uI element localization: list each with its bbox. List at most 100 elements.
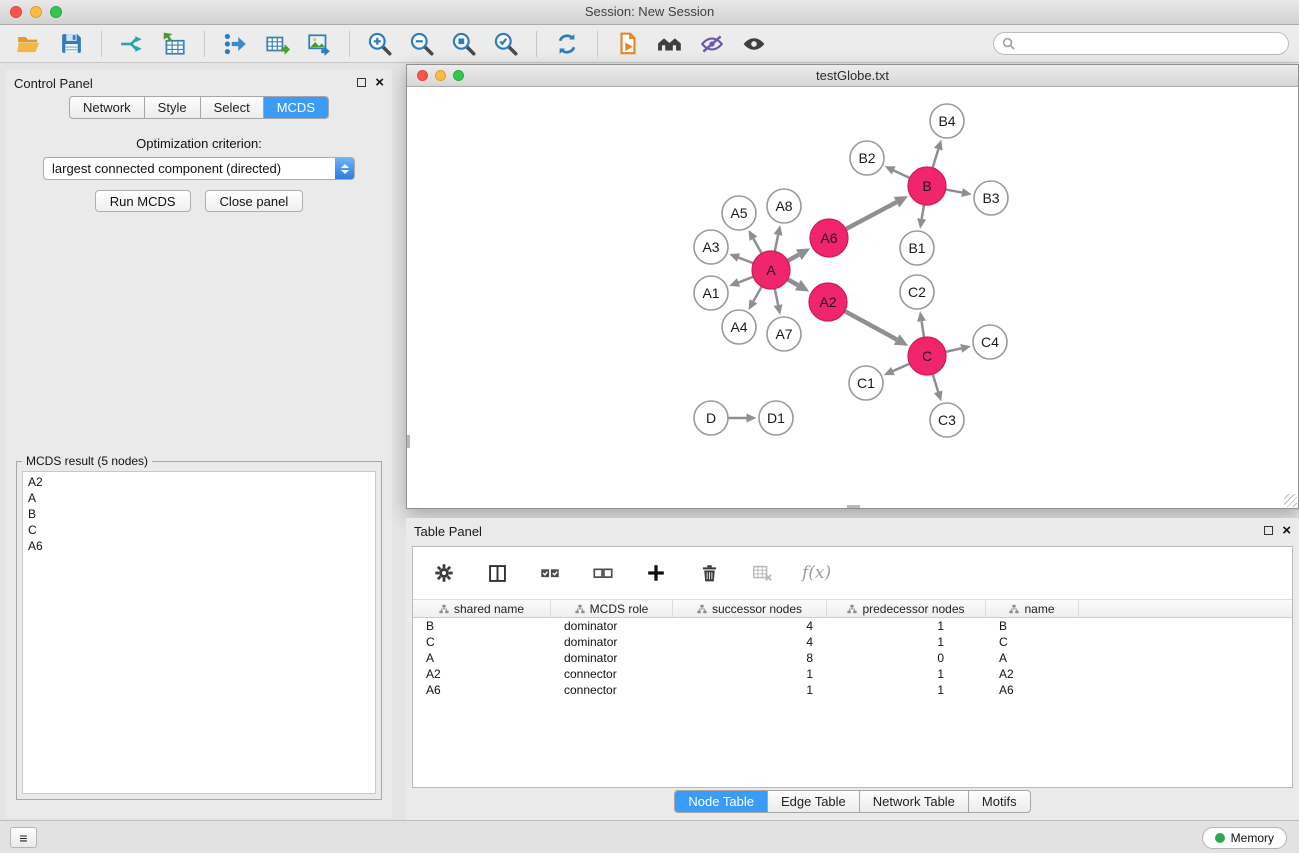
table-cell[interactable]: A6 xyxy=(413,683,551,697)
table-cell[interactable]: B xyxy=(986,619,1079,633)
run-mcds-button[interactable]: Run MCDS xyxy=(95,190,191,212)
table-cell[interactable]: C xyxy=(413,635,551,649)
open-session-button[interactable] xyxy=(13,28,45,60)
tab-select[interactable]: Select xyxy=(201,97,264,118)
graph-edge-arrow xyxy=(917,218,926,229)
table-cell[interactable]: dominator xyxy=(551,651,673,665)
table-cell[interactable]: dominator xyxy=(551,619,673,633)
table-cell[interactable]: 0 xyxy=(827,651,986,665)
zoom-in-button[interactable] xyxy=(364,28,396,60)
close-panel-icon[interactable]: × xyxy=(375,77,384,88)
import-network-button[interactable] xyxy=(116,28,148,60)
tab-style[interactable]: Style xyxy=(145,97,201,118)
column-header-MCDS-role[interactable]: MCDS role xyxy=(551,600,673,617)
zoom-out-button[interactable] xyxy=(406,28,438,60)
mcds-result-item[interactable]: A xyxy=(23,490,375,506)
first-neighbors-button[interactable] xyxy=(654,28,686,60)
table-row[interactable]: A6connector11A6 xyxy=(413,682,1292,698)
table-row[interactable]: Bdominator41B xyxy=(413,618,1292,634)
mcds-result-item[interactable]: A6 xyxy=(23,538,375,554)
tab-motifs[interactable]: Motifs xyxy=(969,791,1030,812)
table-cell[interactable]: A xyxy=(413,651,551,665)
table-row[interactable]: Cdominator41C xyxy=(413,634,1292,650)
float-table-panel-icon[interactable] xyxy=(1264,526,1273,535)
graph-node-label: C4 xyxy=(981,334,999,350)
export-table-button[interactable] xyxy=(261,28,293,60)
mcds-result-list[interactable]: A2ABCA6 xyxy=(22,471,376,794)
refresh-layout-button[interactable] xyxy=(551,28,583,60)
table-cell[interactable]: 4 xyxy=(673,619,827,633)
toolbar-separator xyxy=(597,31,598,57)
zoom-selected-button[interactable] xyxy=(490,28,522,60)
import-table-button[interactable] xyxy=(158,28,190,60)
search-input[interactable] xyxy=(1020,37,1280,51)
add-row-button[interactable] xyxy=(643,560,669,586)
table-cell[interactable]: dominator xyxy=(551,635,673,649)
table-cell[interactable]: 8 xyxy=(673,651,827,665)
network-graph[interactable]: B4B2BB3A5A8A6A3B1AA1C2A2A4A7C4CC1C3DD1 xyxy=(407,87,1298,508)
column-header-predecessor-nodes[interactable]: predecessor nodes xyxy=(827,600,986,617)
table-cell[interactable]: 1 xyxy=(827,683,986,697)
close-window-button[interactable] xyxy=(10,6,22,18)
mcds-result-item[interactable]: A2 xyxy=(23,474,375,490)
trash-icon xyxy=(699,563,720,584)
table-cell[interactable]: 4 xyxy=(673,635,827,649)
table-cell[interactable]: 1 xyxy=(827,667,986,681)
select-all-columns-button[interactable] xyxy=(537,560,563,586)
show-columns-button[interactable] xyxy=(484,560,510,586)
table-cell[interactable]: connector xyxy=(551,683,673,697)
table-cell[interactable]: A2 xyxy=(986,667,1079,681)
tab-edge-table[interactable]: Edge Table xyxy=(768,791,860,812)
deselect-all-columns-button[interactable] xyxy=(590,560,616,586)
table-cell[interactable]: connector xyxy=(551,667,673,681)
float-panel-icon[interactable] xyxy=(357,78,366,87)
tab-node-table[interactable]: Node Table xyxy=(675,791,768,812)
panel-list-button[interactable]: ≡ xyxy=(10,827,37,848)
tab-network-table[interactable]: Network Table xyxy=(860,791,969,812)
minimize-network-window-button[interactable] xyxy=(435,70,446,81)
table-cell[interactable]: C xyxy=(986,635,1079,649)
zoom-window-button[interactable] xyxy=(50,6,62,18)
table-cell[interactable]: A6 xyxy=(986,683,1079,697)
table-cell[interactable]: B xyxy=(413,619,551,633)
zoom-network-window-button[interactable] xyxy=(453,70,464,81)
new-network-from-selection-button[interactable] xyxy=(612,28,644,60)
network-canvas[interactable]: B4B2BB3A5A8A6A3B1AA1C2A2A4A7C4CC1C3DD1 xyxy=(407,87,1298,508)
table-cell[interactable]: 1 xyxy=(673,683,827,697)
horizontal-scroll-indicator[interactable] xyxy=(847,505,860,508)
search-box xyxy=(993,32,1289,55)
table-cell[interactable]: 1 xyxy=(827,619,986,633)
hide-selected-button[interactable] xyxy=(696,28,728,60)
mcds-result-item[interactable]: B xyxy=(23,506,375,522)
destroy-table-button[interactable] xyxy=(749,560,775,586)
tab-network[interactable]: Network xyxy=(70,97,145,118)
table-row[interactable]: Adominator80A xyxy=(413,650,1292,666)
column-header-successor-nodes[interactable]: successor nodes xyxy=(673,600,827,617)
table-settings-button[interactable] xyxy=(431,560,457,586)
mcds-result-item[interactable]: C xyxy=(23,522,375,538)
vertical-scroll-indicator[interactable] xyxy=(407,435,410,448)
export-network-button[interactable] xyxy=(219,28,251,60)
table-cell[interactable]: 1 xyxy=(827,635,986,649)
network-document-icon xyxy=(615,31,641,57)
memory-button[interactable]: Memory xyxy=(1202,827,1287,849)
tab-mcds[interactable]: MCDS xyxy=(264,97,328,118)
function-builder-button[interactable]: f(x) xyxy=(802,563,831,583)
minimize-window-button[interactable] xyxy=(30,6,42,18)
resize-handle[interactable] xyxy=(1284,494,1297,507)
table-cell[interactable]: A2 xyxy=(413,667,551,681)
show-all-button[interactable] xyxy=(738,28,770,60)
close-table-panel-icon[interactable]: × xyxy=(1282,525,1291,536)
save-session-button[interactable] xyxy=(55,28,87,60)
optimization-criterion-select[interactable]: largest connected component (directed) xyxy=(43,157,355,180)
close-panel-button[interactable]: Close panel xyxy=(205,190,304,212)
table-cell[interactable]: 1 xyxy=(673,667,827,681)
export-image-button[interactable] xyxy=(303,28,335,60)
close-network-window-button[interactable] xyxy=(417,70,428,81)
table-row[interactable]: A2connector11A2 xyxy=(413,666,1292,682)
table-cell[interactable]: A xyxy=(986,651,1079,665)
column-header-name[interactable]: name xyxy=(986,600,1079,617)
delete-row-button[interactable] xyxy=(696,560,722,586)
zoom-fit-button[interactable] xyxy=(448,28,480,60)
column-header-shared-name[interactable]: shared name xyxy=(413,600,551,617)
